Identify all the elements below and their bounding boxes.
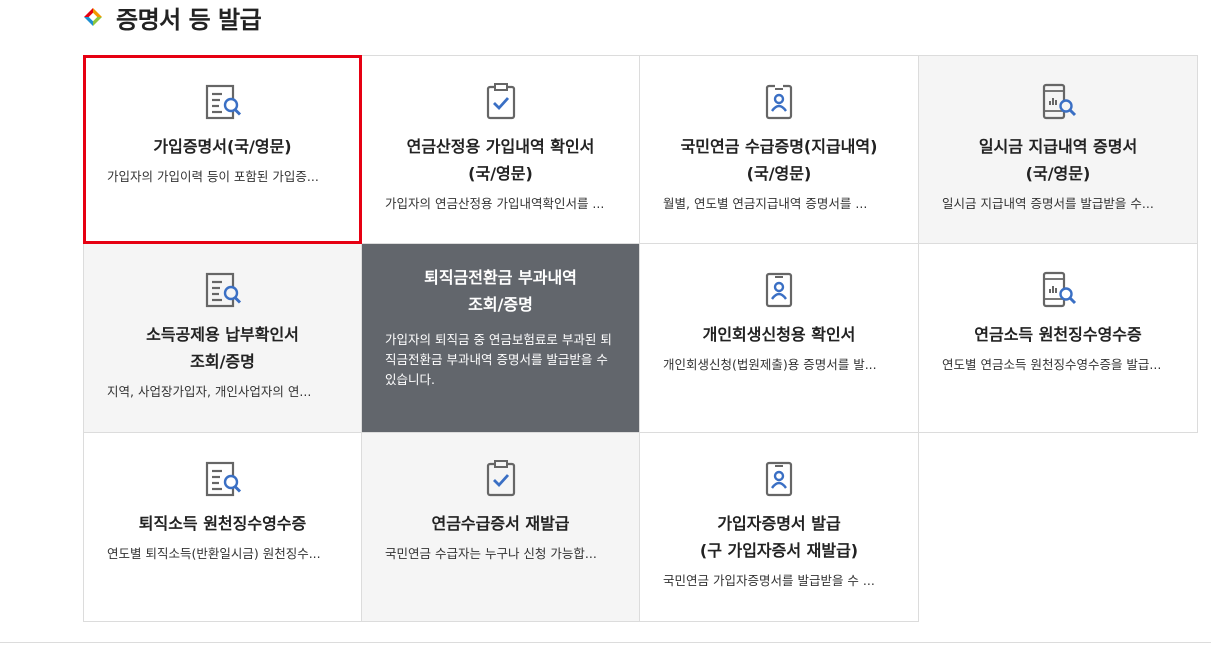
- clipboard-check-icon: [482, 83, 520, 121]
- card-description: 국민연금 가입자증명서를 발급받을 수 ...: [663, 573, 875, 588]
- card-tax-payment-confirmation[interactable]: 소득공제용 납부확인서 조회/증명 지역, 사업장가입자, 개인사업자의 연..…: [83, 244, 362, 433]
- section-header: 증명서 등 발급: [84, 0, 262, 34]
- document-search-icon: [204, 83, 242, 121]
- card-description: 연도별 연금소득 원천징수영수증을 발급...: [942, 357, 1162, 372]
- card-title: 개인회생신청용 확인서: [702, 325, 856, 344]
- card-retirement-income-withholding[interactable]: 퇴직소득 원천징수영수증 연도별 퇴직소득(반환일시금) 원천징수...: [83, 433, 362, 622]
- card-title: 연금수급증서 재발급: [431, 514, 570, 533]
- card-title: 연금소득 원천징수영수증: [974, 325, 1142, 344]
- card-description: 일시금 지급내역 증명서를 발급받을 수...: [942, 196, 1154, 211]
- card-pension-certificate-reissue[interactable]: 연금수급증서 재발급 국민연금 수급자는 누구나 신청 가능합...: [362, 433, 640, 622]
- diamond-bullet-icon: [84, 8, 102, 26]
- card-description: 연도별 퇴직소득(반환일시금) 원천징수...: [107, 546, 321, 561]
- card-description: 가입자의 연금산정용 가입내역확인서를 ...: [385, 196, 605, 211]
- mobile-chart-search-icon: [1039, 83, 1077, 121]
- card-description: 월별, 연도별 연금지급내역 증명서를 ...: [663, 196, 868, 211]
- card-description: 가입자의 가입이력 등이 포함된 가입증...: [107, 169, 319, 184]
- id-badge-icon: [760, 460, 798, 498]
- card-description: 국민연금 수급자는 누구나 신청 가능합...: [385, 546, 597, 561]
- document-search-icon: [204, 271, 242, 309]
- card-title: 국민연금 수급증명(지급내역) (국/영문): [680, 137, 878, 183]
- id-badge-icon: [760, 83, 798, 121]
- divider: [0, 642, 1211, 643]
- card-description: 지역, 사업장가입자, 개인사업자의 연...: [107, 384, 312, 399]
- card-pension-income-withholding[interactable]: 연금소득 원천징수영수증 연도별 연금소득 원천징수영수증을 발급...: [919, 244, 1198, 433]
- card-title: 연금산정용 가입내역 확인서 (국/영문): [406, 137, 595, 183]
- card-membership-certificate[interactable]: 가입증명서(국/영문) 가입자의 가입이력 등이 포함된 가입증...: [83, 55, 362, 244]
- card-title: 가입증명서(국/영문): [153, 137, 292, 156]
- card-title: 퇴직소득 원천징수영수증: [138, 514, 307, 533]
- page-title: 증명서 등 발급: [116, 5, 262, 34]
- card-pension-calc-confirmation[interactable]: 연금산정용 가입내역 확인서 (국/영문) 가입자의 연금산정용 가입내역확인서…: [362, 55, 640, 244]
- card-description: 개인회생신청(법원제출)용 증명서를 발...: [663, 357, 877, 372]
- clipboard-check-icon: [482, 460, 520, 498]
- card-lump-sum-certificate[interactable]: 일시금 지급내역 증명서 (국/영문) 일시금 지급내역 증명서를 발급받을 수…: [919, 55, 1198, 244]
- card-title: 퇴직금전환금 부과내역 조회/증명: [424, 268, 577, 314]
- id-badge-icon: [760, 271, 798, 309]
- card-member-certificate-issue[interactable]: 가입자증명서 발급 (구 가입자증서 재발급) 국민연금 가입자증명서를 발급받…: [640, 433, 919, 622]
- card-retirement-conversion-history[interactable]: 퇴직금전환금 부과내역 조회/증명 가입자의 퇴직금 중 연금보험료로 부과된 …: [362, 244, 640, 433]
- card-benefit-certificate[interactable]: 국민연금 수급증명(지급내역) (국/영문) 월별, 연도별 연금지급내역 증명…: [640, 55, 919, 244]
- card-title: 가입자증명서 발급 (구 가입자증서 재발급): [699, 514, 859, 560]
- card-description: 가입자의 퇴직금 중 연금보험료로 부과된 퇴직금전환금 부과내역 증명서를 발…: [385, 332, 612, 387]
- card-title: 소득공제용 납부확인서 조회/증명: [146, 325, 299, 371]
- certificate-grid: 가입증명서(국/영문) 가입자의 가입이력 등이 포함된 가입증... 연금산정…: [83, 55, 1198, 622]
- card-title: 일시금 지급내역 증명서 (국/영문): [978, 137, 1138, 183]
- card-rehabilitation-confirmation[interactable]: 개인회생신청용 확인서 개인회생신청(법원제출)용 증명서를 발...: [640, 244, 919, 433]
- mobile-chart-search-icon: [1039, 271, 1077, 309]
- document-search-icon: [204, 460, 242, 498]
